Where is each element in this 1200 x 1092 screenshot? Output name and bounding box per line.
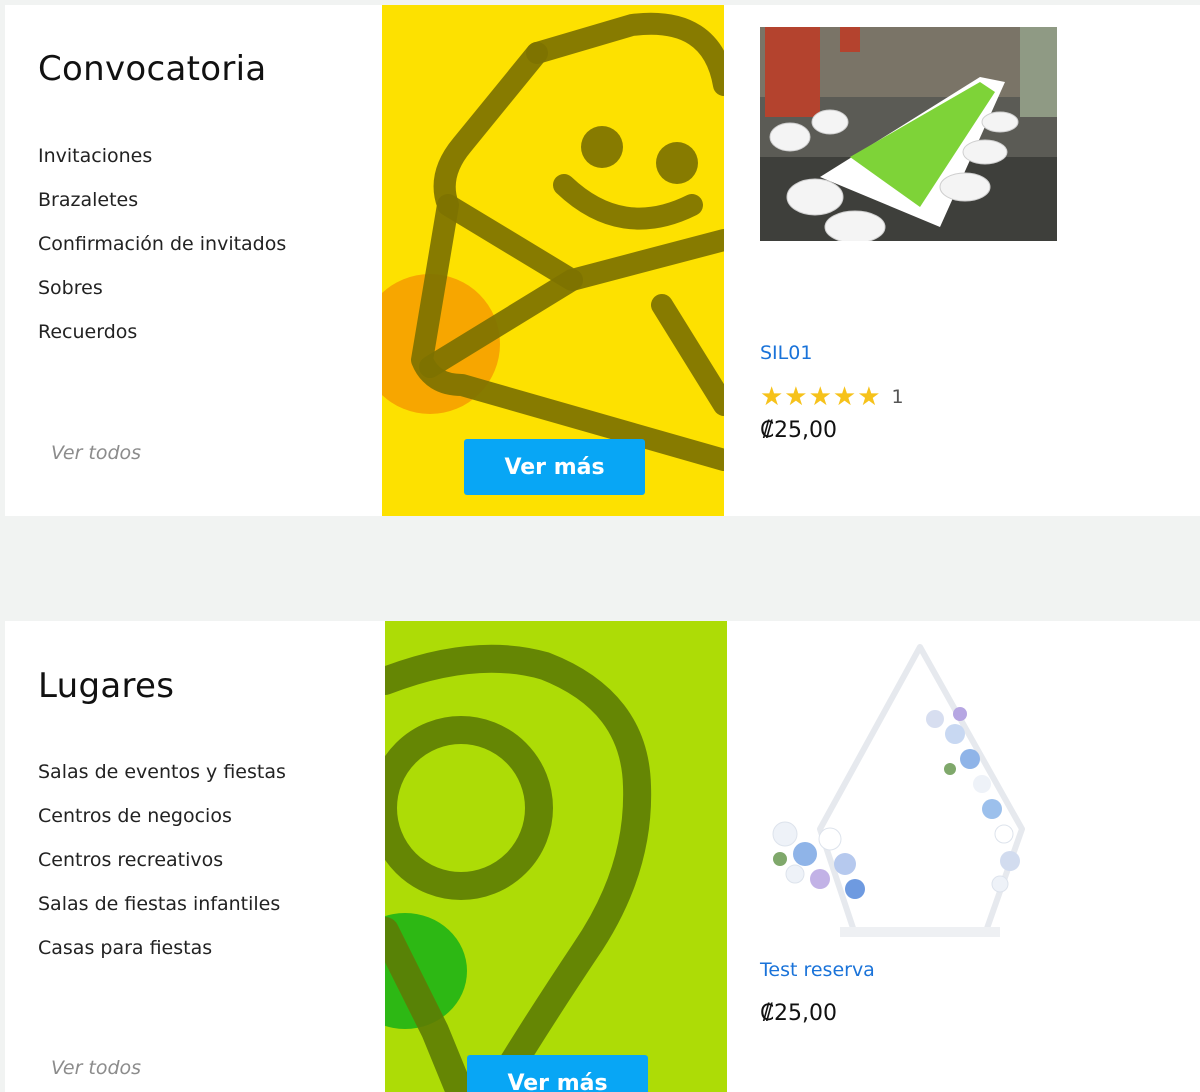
category-column: Lugares Salas de eventos y fiestas Centr… <box>5 621 382 1092</box>
category-link-casas-fiestas[interactable]: Casas para fiestas <box>38 935 286 979</box>
category-title: Lugares <box>38 666 175 706</box>
star-rating-icon: ★★★★★ <box>760 382 882 412</box>
category-link-sobres[interactable]: Sobres <box>38 275 286 319</box>
category-link-recuerdos[interactable]: Recuerdos <box>38 319 286 363</box>
category-title: Convocatoria <box>38 49 267 89</box>
product-card[interactable]: Test reserva ₡25,00 <box>760 621 1180 1092</box>
category-link-centros-negocios[interactable]: Centros de negocios <box>38 803 286 847</box>
category-link-salas-eventos[interactable]: Salas de eventos y fiestas <box>38 759 286 803</box>
category-link-confirmacion[interactable]: Confirmación de invitados <box>38 231 286 275</box>
category-banner[interactable]: Ver más <box>382 5 724 516</box>
product-rating: ★★★★★ 1 <box>760 382 904 412</box>
category-link-brazaletes[interactable]: Brazaletes <box>38 187 286 231</box>
category-links: Invitaciones Brazaletes Confirmación de … <box>38 143 286 363</box>
category-block-convocatoria: Convocatoria Invitaciones Brazaletes Con… <box>5 5 1200 516</box>
category-link-centros-recreativos[interactable]: Centros recreativos <box>38 847 286 891</box>
category-banner[interactable]: Ver más <box>385 621 727 1092</box>
product-image[interactable] <box>760 639 1057 949</box>
category-links: Salas de eventos y fiestas Centros de ne… <box>38 759 286 979</box>
product-name-link[interactable]: Test reserva <box>760 959 875 981</box>
see-all-link[interactable]: Ver todos <box>51 1057 141 1079</box>
product-image[interactable] <box>760 27 1057 241</box>
location-pin-icon <box>385 644 652 1092</box>
product-price: ₡25,00 <box>760 1001 837 1026</box>
product-price: ₡25,00 <box>760 418 837 443</box>
product-name-link[interactable]: SIL01 <box>760 342 812 364</box>
category-link-salas-infantiles[interactable]: Salas de fiestas infantiles <box>38 891 286 935</box>
ver-mas-button[interactable]: Ver más <box>467 1055 648 1092</box>
category-column: Convocatoria Invitaciones Brazaletes Con… <box>5 5 382 516</box>
ver-mas-button[interactable]: Ver más <box>464 439 645 495</box>
category-block-lugares: Lugares Salas de eventos y fiestas Centr… <box>5 621 1200 1092</box>
category-link-invitaciones[interactable]: Invitaciones <box>38 143 286 187</box>
product-card[interactable]: SIL01 ★★★★★ 1 ₡25,00 <box>760 5 1180 516</box>
rating-count: 1 <box>891 386 904 408</box>
see-all-link[interactable]: Ver todos <box>51 442 141 464</box>
